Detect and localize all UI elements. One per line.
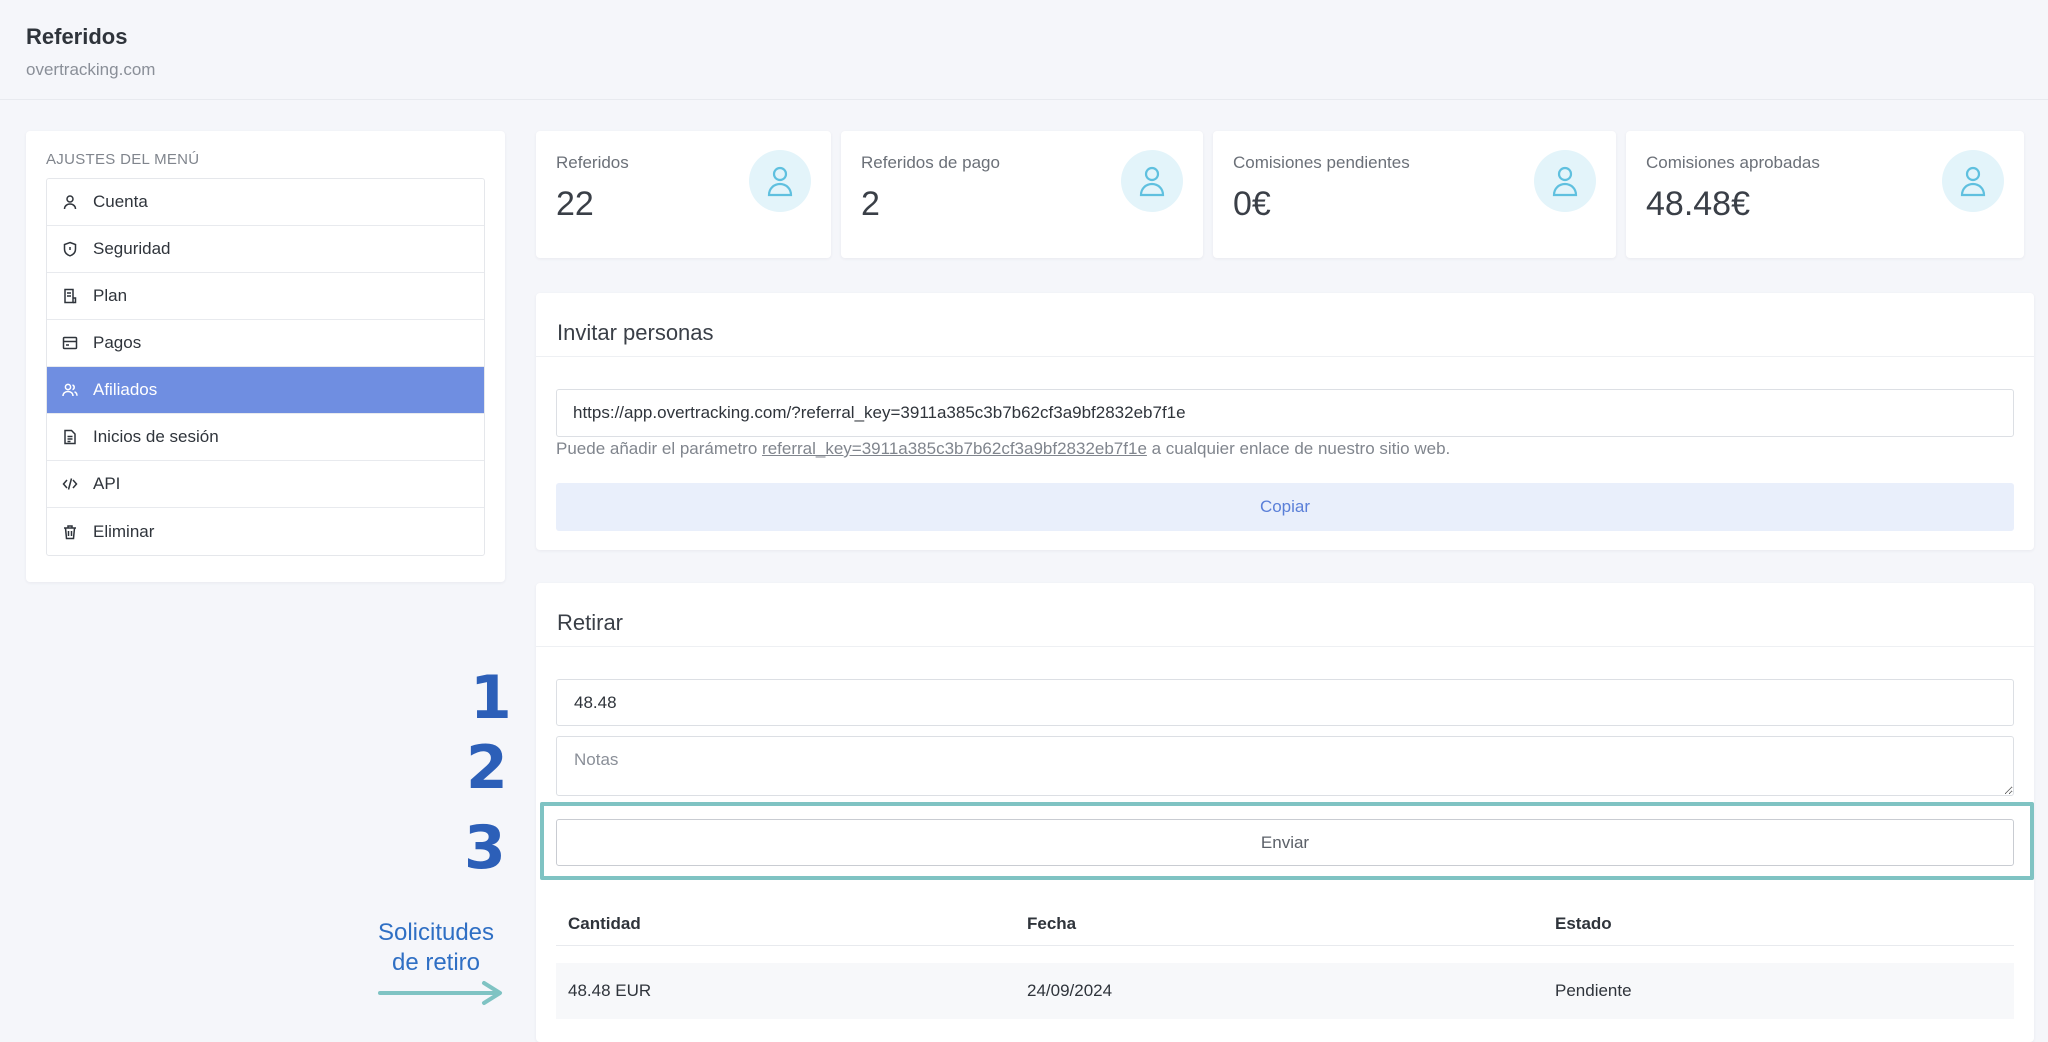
- referral-url-input[interactable]: [556, 389, 2014, 437]
- cell-fecha: 24/09/2024: [1027, 981, 1113, 1000]
- stat-card-referidos: Referidos 22: [536, 131, 831, 258]
- menu-item-label: Cuenta: [93, 192, 148, 211]
- user-icon: [1534, 150, 1596, 212]
- users-icon: [61, 381, 79, 399]
- trash-icon: [61, 523, 79, 541]
- annotation-label: Solicitudes de retiro: [356, 918, 516, 978]
- menu-item-label: Afiliados: [93, 380, 158, 399]
- user-icon: [61, 193, 79, 211]
- step-number-2: 2: [466, 733, 508, 803]
- stat-card-referidos-de-pago: Referidos de pago 2: [841, 131, 1203, 258]
- menu-item-api[interactable]: API: [47, 461, 484, 508]
- column-header-cantidad: Cantidad: [568, 914, 641, 933]
- menu-item-afiliados[interactable]: Afiliados: [47, 367, 484, 414]
- menu-item-label: Seguridad: [93, 239, 171, 258]
- column-header-estado: Estado: [1555, 914, 1612, 933]
- user-icon: [749, 150, 811, 212]
- settings-menu: AJUSTES DEL MENÚ Cuenta Seguridad Plan P…: [26, 131, 505, 582]
- cell-cantidad: 48.48 EUR: [568, 981, 652, 1000]
- invite-header: Invitar personas: [536, 293, 2034, 357]
- menu-item-label: Eliminar: [93, 521, 155, 541]
- menu-item-pagos[interactable]: Pagos: [47, 320, 484, 367]
- menu-item-eliminar[interactable]: Eliminar: [47, 508, 484, 555]
- invite-title: Invitar personas: [557, 320, 714, 345]
- annotation-label-line2: de retiro: [391, 949, 481, 976]
- step-number-3: 3: [464, 813, 506, 883]
- referral-param-link[interactable]: referral_key=3911a385c3b7b62cf3a9bf2832e…: [762, 439, 1147, 458]
- page-title: Referidos: [26, 24, 128, 49]
- menu-item-cuenta[interactable]: Cuenta: [47, 179, 484, 226]
- page-header: Referidos overtracking.com: [0, 0, 2048, 100]
- menu-item-label: Pagos: [93, 333, 142, 352]
- menu-item-label: Plan: [93, 286, 128, 305]
- column-header-fecha: Fecha: [1027, 914, 1077, 933]
- cell-estado: Pendiente: [1555, 981, 1632, 1000]
- code-icon: [61, 475, 79, 493]
- arrow-right-icon: [378, 981, 502, 1005]
- user-icon: [1942, 150, 2004, 212]
- amount-input[interactable]: [556, 679, 2014, 726]
- stat-card-comisiones-aprobadas: Comisiones aprobadas 48.48€: [1626, 131, 2024, 258]
- helper-text-before: Puede añadir el parámetro: [556, 439, 763, 458]
- helper-text-after: a cualquier enlace de nuestro sitio web.: [1146, 439, 1451, 458]
- withdraw-table-header: Cantidad Fecha Estado: [556, 903, 2014, 946]
- document-icon: [61, 428, 79, 446]
- withdraw-card: Retirar Enviar Cantidad Fecha Estado 48.…: [536, 583, 2034, 1042]
- step-number-1: 1: [470, 663, 512, 733]
- withdraw-header: Retirar: [536, 583, 2034, 647]
- menu-heading: AJUSTES DEL MENÚ: [46, 151, 200, 168]
- referral-helper-text: Puede añadir el parámetro referral_key=3…: [556, 439, 1450, 459]
- user-icon: [1121, 150, 1183, 212]
- menu-list: Cuenta Seguridad Plan Pagos Afiliados In…: [46, 178, 485, 556]
- send-button[interactable]: Enviar: [556, 819, 2014, 866]
- copy-button[interactable]: Copiar: [556, 483, 2014, 531]
- annotation-label-line1: Solicitudes: [377, 919, 495, 946]
- page-subtitle: overtracking.com: [26, 60, 156, 79]
- menu-item-plan[interactable]: Plan: [47, 273, 484, 320]
- receipt-icon: [61, 287, 79, 305]
- menu-item-inicios-de-sesion[interactable]: Inicios de sesión: [47, 414, 484, 461]
- menu-item-label: Inicios de sesión: [93, 427, 219, 446]
- menu-item-seguridad[interactable]: Seguridad: [47, 226, 484, 273]
- stat-card-comisiones-pendientes: Comisiones pendientes 0€: [1213, 131, 1616, 258]
- notes-input[interactable]: [556, 736, 2014, 796]
- credit-card-icon: [61, 334, 79, 352]
- menu-item-label: API: [93, 474, 121, 493]
- shield-icon: [61, 240, 79, 258]
- withdraw-title: Retirar: [557, 610, 624, 635]
- table-row: 48.48 EUR 24/09/2024 Pendiente: [556, 963, 2014, 1019]
- invite-card: Invitar personas Puede añadir el parámet…: [536, 293, 2034, 550]
